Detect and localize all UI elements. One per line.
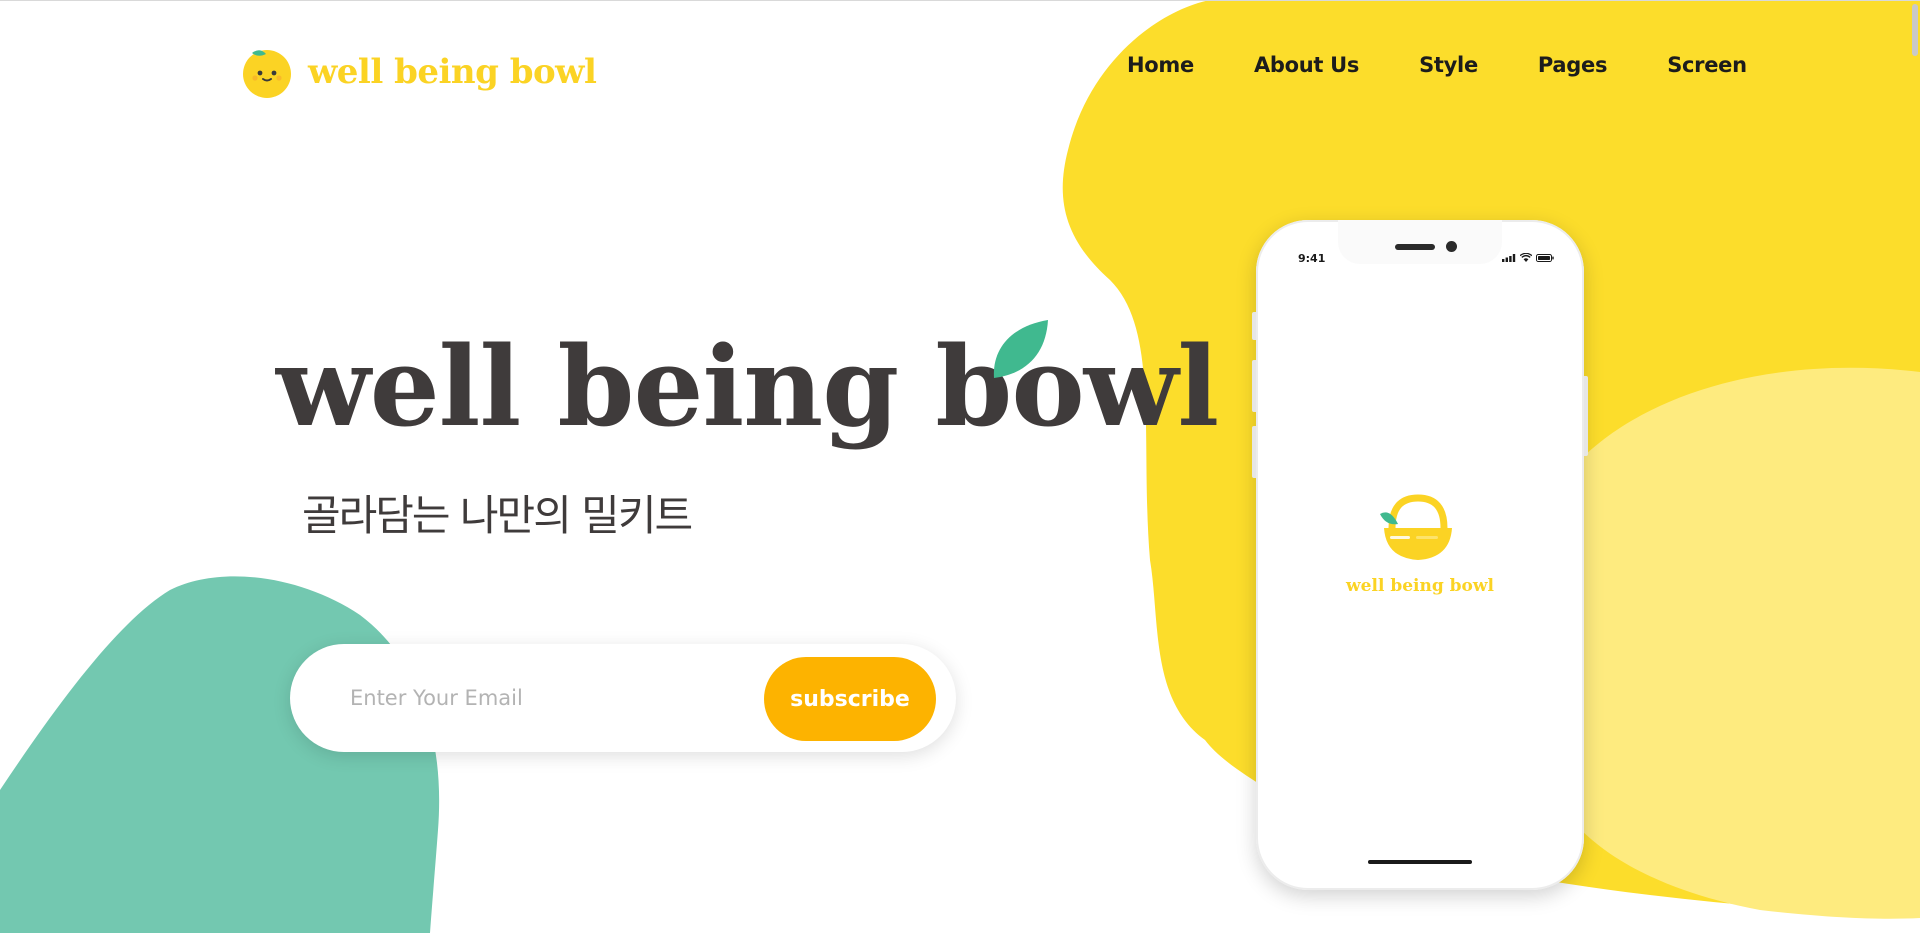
background-blobs [0, 0, 1920, 933]
wifi-icon [1520, 253, 1532, 262]
subscribe-form: subscribe [290, 644, 956, 752]
nav-pages[interactable]: Pages [1538, 53, 1608, 77]
nav-style[interactable]: Style [1419, 53, 1478, 77]
subscribe-button[interactable]: subscribe [764, 657, 936, 741]
main-nav: Home About Us Style Pages Screen [1127, 53, 1747, 77]
signal-icon [1502, 253, 1516, 262]
phone-speaker [1395, 244, 1435, 250]
phone-notch [1338, 220, 1502, 264]
light-yellow-blob [1536, 367, 1920, 919]
brand-name: well being bowl [308, 52, 597, 92]
phone-mockup: 9:41 well being bowl [1252, 220, 1588, 890]
nav-about-us[interactable]: About Us [1254, 53, 1359, 77]
status-time: 9:41 [1298, 252, 1326, 265]
green-blob [0, 576, 440, 933]
phone-volume-down [1252, 426, 1256, 478]
hero-title-wrap: well being bowl [276, 322, 1219, 451]
home-indicator[interactable] [1368, 860, 1472, 864]
status-icons [1502, 253, 1554, 262]
phone-camera [1446, 241, 1457, 252]
phone-volume-up [1252, 360, 1256, 412]
top-border [0, 0, 1920, 1]
basket-icon [1380, 494, 1452, 560]
hero-subtitle: 골라담는 나만의 밀키트 [302, 491, 693, 540]
hero-title: well being bowl [276, 322, 1219, 451]
phone-mute-switch [1252, 312, 1256, 340]
email-input[interactable] [348, 674, 732, 722]
nav-home[interactable]: Home [1127, 53, 1194, 77]
nav-screen[interactable]: Screen [1667, 53, 1747, 77]
battery-icon [1536, 253, 1554, 262]
brand-logo[interactable]: well being bowl [240, 46, 597, 98]
leaf-icon [993, 320, 1048, 378]
scrollbar-thumb[interactable] [1912, 4, 1918, 56]
phone-power-button [1584, 376, 1588, 456]
splash-brand-name: well being bowl [1346, 576, 1494, 596]
smiley-lemon-icon [243, 50, 291, 98]
scrollbar[interactable] [1910, 0, 1920, 933]
